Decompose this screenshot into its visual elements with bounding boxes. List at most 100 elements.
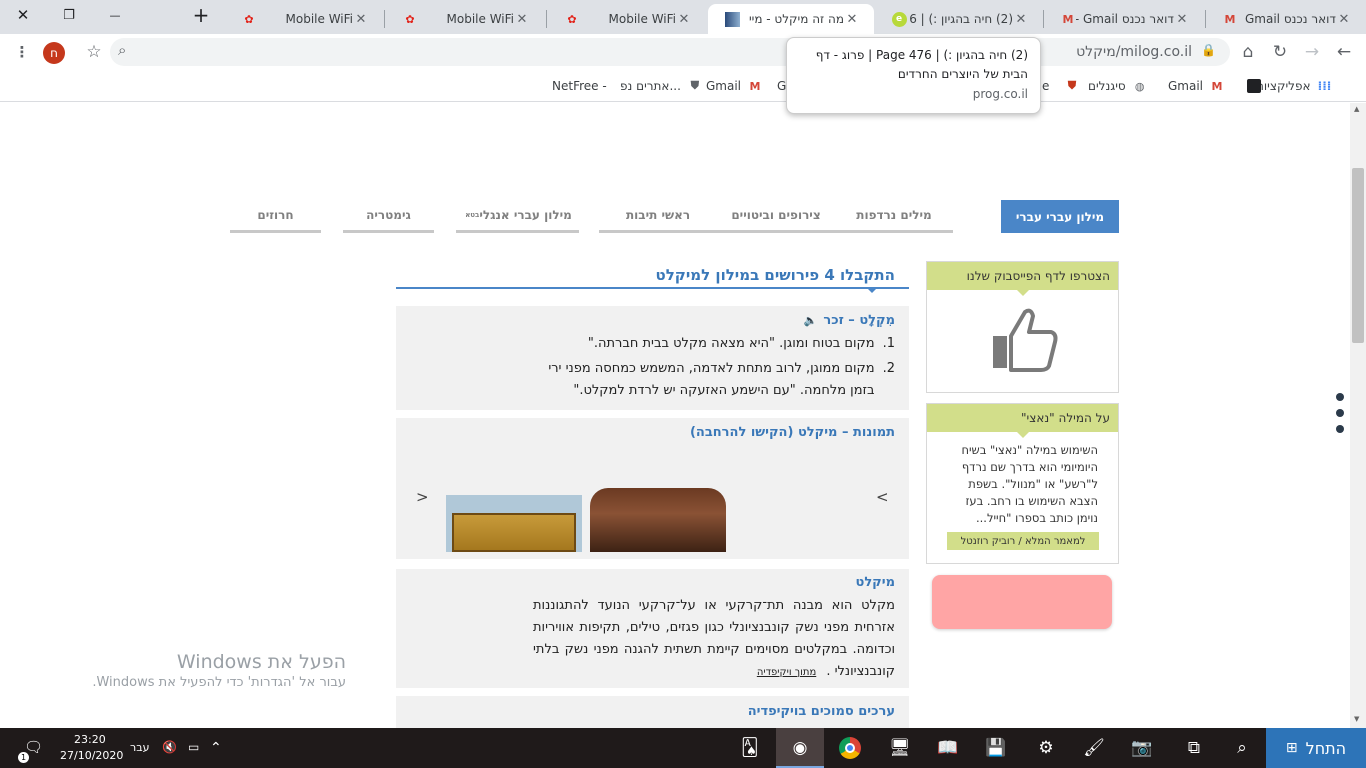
tab-gematria[interactable]: גימטריה [343, 200, 434, 233]
tab-synonyms[interactable]: מילים נרדפות [835, 200, 953, 233]
solitaire-icon[interactable]: 🂡 [736, 734, 764, 762]
close-tab-icon[interactable]: ✕ [514, 12, 530, 27]
bookmark-signals[interactable]: ◍ סיגנלים [1088, 76, 1148, 96]
bookmark-sites[interactable]: ⛊ אתרים נפ... [620, 76, 703, 96]
start-button[interactable]: התחל ⊞ [1266, 728, 1366, 768]
avatar[interactable]: ח [43, 42, 65, 64]
tab-rhymes[interactable]: חרוזים [230, 200, 321, 233]
address-bar[interactable]: 🔒 milog.co.il/מיקלט ⌕ [110, 38, 1230, 66]
tab-acronyms[interactable]: ראשי תיבות [599, 200, 717, 233]
clock-date[interactable]: 27/10/2020 [60, 749, 123, 762]
tab-hebrew-hebrew[interactable]: מילון עברי עברי [1001, 200, 1119, 233]
close-tab-icon[interactable]: ✕ [1174, 12, 1190, 27]
web-page: מילון עברי עברי מילים נרדפות צירופים ובי… [0, 103, 1350, 728]
shield-icon: ⛊ [690, 79, 700, 92]
page-scrollbar[interactable]: ▲ ▼ [1350, 103, 1366, 728]
search-icon[interactable]: ⌕ [1228, 734, 1256, 762]
tab-title: דואר נכנס Gmail - [1076, 12, 1174, 26]
back-icon[interactable]: ← [1332, 40, 1356, 64]
tab-mobile-wifi-2[interactable]: ✿ Mobile WiFi ✕ [386, 4, 544, 34]
wiki-text: מקלט הוא מבנה תת־קרקעי או על־קרקעי הנועד… [533, 595, 895, 684]
new-tab-button[interactable]: + [178, 0, 224, 30]
results-heading: התקבלו 4 פירושים במילון למיקלט [655, 266, 895, 284]
minimize-window-button[interactable]: — [92, 0, 138, 30]
paint-app-icon[interactable]: 🖌 [1080, 734, 1108, 762]
wikipedia-panel: מיקלט מקלט הוא מבנה תת־קרקעי או על־קרקעי… [396, 569, 909, 688]
tab-mobile-wifi-3[interactable]: ✿ Mobile WiFi ✕ [225, 4, 383, 34]
next-image-arrow[interactable]: > [876, 488, 889, 506]
bookmark-app[interactable] [1240, 76, 1262, 96]
computer-app-icon[interactable]: 🖥 [886, 734, 914, 762]
page-nav-dot[interactable] [1336, 425, 1344, 433]
pink-action-button[interactable] [932, 575, 1112, 629]
gmail-icon: M [749, 79, 761, 93]
tab-phrases[interactable]: צירופים וביטויים [717, 200, 835, 233]
menu-dots-icon[interactable]: ⋮ [10, 40, 34, 64]
shelter-image-cabinet[interactable] [446, 495, 582, 552]
close-tab-icon[interactable]: ✕ [1013, 12, 1029, 27]
utility-app-icon[interactable]: ⚙ [1032, 734, 1060, 762]
bookmark-partial-e[interactable]: e [1042, 76, 1049, 96]
huawei-icon: ✿ [405, 12, 415, 26]
close-window-button[interactable]: ✕ [0, 0, 46, 30]
bookmark-gmail-2[interactable]: M Gmail [706, 76, 763, 96]
results-heading-bar: התקבלו 4 פירושים במילון למיקלט [396, 261, 909, 293]
clock-time[interactable]: 23:20 [74, 733, 106, 746]
tab-mobile-wifi-1[interactable]: ✿ Mobile WiFi ✕ [548, 4, 706, 34]
windows-logo-icon: ⊞ [1285, 740, 1298, 756]
star-bookmark-icon[interactable]: ☆ [82, 40, 106, 64]
page-nav-dot[interactable] [1336, 409, 1344, 417]
shelter-image-radio[interactable] [590, 488, 726, 552]
bookmark-label: אפליקציות [1256, 79, 1311, 93]
wiki-source-link[interactable]: מתוך ויקיפדיה [757, 667, 816, 678]
search-icon[interactable]: ⌕ [118, 41, 126, 59]
lock-icon: 🔒 [1201, 43, 1216, 57]
battery-icon[interactable]: ▭ [188, 740, 199, 754]
related-heading: ערכים סמוכים בויקיפדיה [747, 704, 895, 719]
speaker-icon[interactable]: 🔈 [804, 314, 818, 327]
scrollbar-thumb[interactable] [1352, 168, 1364, 343]
bookmark-netfree[interactable]: NetFree - [552, 76, 607, 96]
bookmark-gmail-1[interactable]: M Gmail [1168, 76, 1225, 96]
forward-icon[interactable]: → [1300, 40, 1324, 64]
bookmark-shield[interactable]: ⛊ [1058, 76, 1080, 96]
scroll-up-arrow[interactable]: ▲ [1354, 105, 1359, 113]
tab-title: (2) חיה בהגיון :) | 6 [909, 12, 1013, 26]
definition-item: 2. מקום ממוגן, לרוב מתחת לאדמה, המשמש כמ… [415, 358, 895, 402]
home-icon[interactable]: ⌂ [1236, 40, 1260, 64]
tab-hebrew-english[interactable]: מילון עברי אנגלי בטא [456, 200, 579, 233]
thumbs-up-icon[interactable] [989, 306, 1059, 376]
language-indicator[interactable]: עבר [130, 741, 149, 754]
volume-muted-icon[interactable]: 🔇 [162, 740, 177, 754]
taskbar-active-app[interactable]: ◉ [776, 728, 824, 768]
tab-gmail-2[interactable]: M דואר נכנס Gmail - ✕ [1044, 4, 1204, 34]
close-tab-icon[interactable]: ✕ [1336, 12, 1352, 27]
page-nav-dot[interactable] [1336, 393, 1344, 401]
close-tab-icon[interactable]: ✕ [676, 12, 692, 27]
reload-icon[interactable]: ↻ [1268, 40, 1292, 64]
close-tab-icon[interactable]: ✕ [353, 12, 369, 27]
prev-image-arrow[interactable]: < [416, 488, 429, 506]
task-view-icon[interactable]: ⧉ [1180, 734, 1208, 762]
bookmark-app-icon [1246, 78, 1262, 94]
tab-gmail-1[interactable]: M דואר נכנס Gmail ✕ [1206, 4, 1366, 34]
reader-app-icon[interactable]: 📖 [934, 734, 962, 762]
notification-count: 1 [18, 752, 29, 763]
word-box-text: השימוש במילה "נאצי" בשיח היומיומי הוא בד… [961, 443, 1098, 525]
restore-window-button[interactable]: ❐ [46, 0, 92, 30]
related-panel: ערכים סמוכים בויקיפדיה [396, 696, 909, 728]
tab-prog[interactable]: e (2) חיה בהגיון :) | 6 ✕ [875, 4, 1043, 34]
scroll-down-arrow[interactable]: ▼ [1354, 715, 1359, 723]
bookmark-apps[interactable]: ⁞⁞⁞ אפליקציות [1256, 76, 1333, 96]
full-article-link[interactable]: למאמר המלא / רוביק רוזנטל [947, 532, 1099, 550]
bookmark-partial-g[interactable]: G [777, 76, 786, 96]
tray-chevron-icon[interactable]: ⌃ [210, 740, 222, 756]
camera-icon[interactable]: 📷 [1128, 734, 1156, 762]
chrome-icon[interactable] [836, 734, 864, 762]
tooltip-title: (2) חיה בהגיון :) | Page 476 | פרוג - דף… [815, 48, 1028, 81]
images-panel: תמונות – מיקלט (הקישו להרחבה) > < [396, 418, 909, 559]
heading-pointer [866, 287, 878, 293]
tab-milog-active[interactable]: מה זה מיקלט - מיי ✕ [708, 4, 874, 34]
save-app-icon[interactable]: 💾 [982, 734, 1010, 762]
close-tab-icon[interactable]: ✕ [844, 12, 860, 27]
